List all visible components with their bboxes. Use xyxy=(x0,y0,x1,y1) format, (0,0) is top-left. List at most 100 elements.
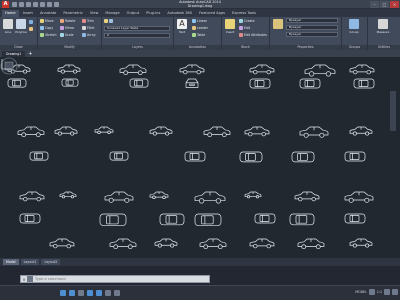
tab-featured-apps[interactable]: Featured Apps xyxy=(196,10,228,17)
tab-autodesk-360[interactable]: Autodesk 360 xyxy=(164,10,195,17)
workspace-gear-icon[interactable] xyxy=(384,289,390,295)
mirror-tool[interactable]: Mirror xyxy=(60,25,74,30)
car-top-view xyxy=(19,213,41,224)
create-block-tool[interactable]: Create xyxy=(239,18,255,23)
car-side-view xyxy=(54,126,78,136)
match-properties-tool[interactable] xyxy=(271,19,285,30)
trim-tool[interactable]: Trim xyxy=(82,18,94,23)
car-top-view xyxy=(129,78,149,88)
annotation-scale-value[interactable]: 1:1 xyxy=(377,290,382,294)
command-line: × xyxy=(20,275,210,283)
print-icon[interactable] xyxy=(40,2,45,7)
polyline-tool[interactable]: Polyline xyxy=(14,19,28,34)
text-tool[interactable]: A Text xyxy=(175,19,189,34)
car-side-view xyxy=(179,64,205,75)
new-tab-plus-icon[interactable]: + xyxy=(27,51,33,57)
current-layer-dropdown[interactable]: 0 xyxy=(104,33,170,38)
fillet-icon xyxy=(82,25,86,30)
table-tool[interactable]: Table xyxy=(192,32,205,37)
car-top-view xyxy=(184,151,206,162)
command-prompt-icon xyxy=(27,276,33,282)
arc-tool[interactable] xyxy=(29,26,33,31)
move-tool[interactable]: Move xyxy=(40,18,54,23)
minimize-button[interactable]: – xyxy=(370,1,379,8)
redo-icon[interactable] xyxy=(54,2,59,7)
group-icon xyxy=(349,19,359,29)
car-top-view xyxy=(344,213,366,224)
annotation-scale-icon[interactable] xyxy=(368,289,375,295)
tab-annotate[interactable]: Annotate xyxy=(37,10,59,17)
car-side-view xyxy=(244,126,270,137)
otrack-toggle-icon[interactable] xyxy=(105,290,111,296)
tab-model[interactable]: Model xyxy=(3,259,19,265)
linear-tool[interactable]: Linear xyxy=(192,18,207,23)
new-icon[interactable] xyxy=(12,2,17,7)
model-space-label[interactable]: MODEL xyxy=(355,290,367,294)
linetype-dropdown[interactable]: ByLayer xyxy=(286,25,338,30)
line-tool[interactable]: Line xyxy=(1,19,15,34)
maximize-button[interactable]: □ xyxy=(380,1,389,8)
tab-view[interactable]: View xyxy=(87,10,102,17)
tab-layout1[interactable]: Layout1 xyxy=(20,259,40,265)
file-tab-drawing1[interactable]: Drawing1 xyxy=(2,50,26,57)
tab-home[interactable]: Home xyxy=(2,9,19,17)
ortho-toggle-icon[interactable] xyxy=(78,290,84,296)
insert-block-icon xyxy=(225,19,235,29)
open-icon[interactable] xyxy=(19,2,24,7)
match-properties-icon xyxy=(273,19,283,29)
drawing-canvas[interactable] xyxy=(0,57,400,260)
tab-parametric[interactable]: Parametric xyxy=(60,10,85,17)
title-bar: A Autodesk AutoCAD 2014 Drawing1.dwg – □… xyxy=(0,0,400,9)
insert-tool[interactable]: Insert xyxy=(223,19,237,34)
snap-toggle-icon[interactable] xyxy=(69,290,75,296)
save-icon[interactable] xyxy=(26,2,31,7)
layer-properties-icon xyxy=(104,18,108,23)
polar-toggle-icon[interactable] xyxy=(87,290,93,296)
lineweight-toggle-icon[interactable] xyxy=(114,290,120,296)
tab-manage[interactable]: Manage xyxy=(102,10,122,17)
lineweight-dropdown[interactable]: ByLayer xyxy=(286,32,338,37)
edit-attributes-icon xyxy=(239,32,243,37)
car-top-view xyxy=(159,213,185,226)
edit-block-tool[interactable]: Edit xyxy=(239,25,250,30)
car-top-view xyxy=(239,151,263,163)
undo-icon[interactable] xyxy=(47,2,52,7)
stretch-tool[interactable]: Stretch xyxy=(40,32,57,37)
navigation-bar[interactable] xyxy=(390,91,396,131)
car-top-view xyxy=(249,78,271,89)
edit-attributes-tool[interactable]: Edit Attributes xyxy=(239,32,267,37)
leader-tool[interactable]: Leader xyxy=(192,25,208,30)
car-top-view xyxy=(299,78,321,89)
car-top-view xyxy=(99,213,127,227)
grid-toggle-icon[interactable] xyxy=(60,290,66,296)
copy-tool[interactable]: Copy xyxy=(40,25,53,30)
layer-properties-button[interactable] xyxy=(104,18,113,23)
fillet-tool[interactable]: Fillet xyxy=(82,25,94,30)
measure-tool[interactable]: Measure xyxy=(376,19,390,34)
groups-panel: Group Groups xyxy=(342,17,368,50)
tab-output[interactable]: Output xyxy=(124,10,142,17)
car-side-view xyxy=(109,238,137,250)
car-side-view xyxy=(149,126,173,136)
color-dropdown[interactable]: ByLayer xyxy=(286,18,338,23)
application-menu-button[interactable]: A xyxy=(2,1,9,8)
fullscreen-icon[interactable] xyxy=(392,289,398,295)
tab-express-tools[interactable]: Express Tools xyxy=(229,10,259,17)
scale-tool[interactable]: Scale xyxy=(60,32,74,37)
circle-tool[interactable] xyxy=(29,19,33,24)
arc-icon xyxy=(29,26,33,31)
car-side-view xyxy=(203,126,231,138)
group-tool[interactable]: Group xyxy=(347,19,361,34)
tab-insert[interactable]: Insert xyxy=(20,10,36,17)
close-button[interactable]: × xyxy=(390,1,399,8)
layer-state-dropdown[interactable]: Unsaved Layer State xyxy=(104,26,170,31)
utilities-panel: Measure Utilities xyxy=(368,17,400,50)
saveas-icon[interactable] xyxy=(33,2,38,7)
car-front-view xyxy=(185,78,199,88)
tab-plugins[interactable]: Plug-ins xyxy=(143,10,163,17)
osnap-toggle-icon[interactable] xyxy=(96,290,102,296)
array-tool[interactable]: Array xyxy=(82,32,96,37)
tab-layout2[interactable]: Layout2 xyxy=(41,259,61,265)
command-input[interactable] xyxy=(35,276,209,282)
rotate-tool[interactable]: Rotate xyxy=(60,18,75,23)
